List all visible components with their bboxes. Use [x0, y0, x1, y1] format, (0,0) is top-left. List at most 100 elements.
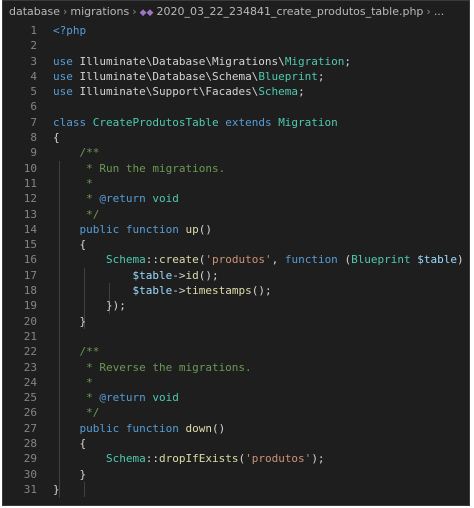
- line-number: 29: [23, 452, 37, 466]
- code-line[interactable]: 30 }: [3, 467, 469, 482]
- code-line[interactable]: 10 * Run the migrations.: [3, 161, 469, 176]
- code-text: class CreateProdutosTable extends Migrat…: [53, 115, 338, 130]
- code-text: });: [53, 298, 126, 313]
- code-token: (): [198, 222, 212, 236]
- code-line[interactable]: 18 $table->timestamps();: [3, 283, 469, 298]
- code-token: use: [53, 85, 80, 99]
- line-number: 23: [23, 360, 37, 374]
- code-token: * Run the migrations.: [53, 161, 226, 175]
- code-token: {: [53, 238, 87, 252]
- code-line[interactable]: 13 */: [3, 207, 469, 222]
- code-token: {: [53, 437, 87, 451]
- breadcrumb-item-migrations[interactable]: migrations: [70, 5, 129, 18]
- code-text: *: [53, 176, 93, 191]
- code-line[interactable]: 9 /**: [3, 145, 469, 160]
- code-token: $table: [53, 268, 173, 282]
- code-token: ,: [271, 253, 285, 267]
- line-number: 6: [30, 100, 37, 114]
- code-line[interactable]: 25 * @return void: [3, 390, 469, 405]
- code-line[interactable]: 24 *: [3, 375, 469, 390]
- code-token: Schema: [258, 85, 299, 99]
- code-line[interactable]: 27 public function down(): [3, 421, 469, 436]
- line-number: 14: [23, 222, 37, 236]
- code-line[interactable]: 4 use Illuminate\Database\Schema\Blueprin…: [3, 69, 469, 84]
- code-token: Blueprint: [351, 253, 418, 267]
- chevron-right-icon: ›: [132, 5, 137, 18]
- code-token: );: [311, 452, 325, 466]
- code-token: ::: [145, 452, 159, 466]
- code-line[interactable]: 14 public function up(): [3, 222, 469, 237]
- code-token: ->: [172, 284, 186, 298]
- code-line[interactable]: 5 use Illuminate\Support\Facades\Schema;: [3, 84, 469, 99]
- line-number: 20: [23, 314, 37, 328]
- code-token: dropIfExists: [158, 452, 239, 466]
- code-text: /**: [53, 145, 99, 160]
- code-line[interactable]: 28 {: [3, 436, 469, 451]
- code-token: extends: [225, 115, 279, 129]
- line-number: 7: [30, 115, 37, 129]
- line-number: 24: [23, 375, 37, 389]
- code-line[interactable]: 31}: [3, 482, 469, 497]
- code-line[interactable]: 17 $table->id();: [3, 268, 469, 283]
- line-number: 8: [30, 131, 37, 145]
- breadcrumb-item-database[interactable]: database: [9, 5, 60, 18]
- code-token: *: [53, 192, 100, 206]
- code-token: void: [152, 192, 179, 206]
- code-token: *: [53, 391, 100, 405]
- code-token: id: [185, 268, 199, 282]
- code-line[interactable]: 23 * Reverse the migrations.: [3, 360, 469, 375]
- code-line[interactable]: 6: [3, 99, 469, 114]
- line-number: 26: [23, 406, 37, 420]
- code-token: {: [53, 131, 60, 145]
- line-number: 9: [30, 146, 37, 160]
- code-line[interactable]: 1 <?php: [3, 23, 469, 38]
- code-line[interactable]: 22 /**: [3, 344, 469, 359]
- code-text: }: [53, 482, 60, 497]
- code-token: *: [53, 176, 93, 190]
- code-editor[interactable]: 1 <?php 2 3 use Illuminate\Database\Migratio…: [3, 23, 469, 498]
- code-line[interactable]: 26 */: [3, 405, 469, 420]
- code-text: use Illuminate\Database\Schema\Blueprint…: [53, 69, 325, 84]
- code-token: ();: [198, 268, 219, 282]
- code-text: {: [53, 130, 60, 145]
- line-number: 1: [30, 24, 37, 37]
- line-number: 12: [23, 192, 37, 206]
- code-token: ;: [298, 85, 305, 99]
- code-line[interactable]: 2: [3, 38, 469, 53]
- line-number: 18: [23, 284, 37, 298]
- code-token: Illuminate\Database\Schema\: [79, 69, 259, 83]
- code-line[interactable]: 29 Schema::dropIfExists('produtos');: [3, 451, 469, 466]
- code-token: public function: [53, 421, 186, 435]
- code-line[interactable]: 7 class CreateProdutosTable extends Migra…: [3, 115, 469, 130]
- code-token: Illuminate\Database\Migrations\: [79, 54, 285, 68]
- code-text: <?php: [53, 23, 86, 38]
- line-number: 28: [23, 437, 37, 451]
- code-text: $table->id();: [53, 268, 219, 283]
- line-number: 25: [23, 391, 37, 405]
- code-line[interactable]: 21: [3, 329, 469, 344]
- code-token: /**: [53, 146, 100, 160]
- line-number: 5: [30, 85, 37, 99]
- code-text: }: [53, 314, 86, 329]
- code-text: {: [53, 237, 86, 252]
- code-text: }: [53, 467, 86, 482]
- code-text: public function up(): [53, 222, 212, 237]
- code-token: * Reverse the migrations.: [53, 360, 252, 374]
- code-line[interactable]: 20 }: [3, 314, 469, 329]
- breadcrumb-item-file[interactable]: 2020_03_22_234841_create_produtos_table.…: [156, 5, 423, 18]
- breadcrumb-ellipsis[interactable]: ...: [434, 5, 445, 18]
- code-line[interactable]: 11 *: [3, 176, 469, 191]
- chevron-right-icon: ›: [63, 5, 68, 18]
- code-line[interactable]: 8{: [3, 130, 469, 145]
- code-line[interactable]: 3 use Illuminate\Database\Migrations\Migr…: [3, 54, 469, 69]
- code-text: use Illuminate\Support\Facades\Schema;: [53, 84, 305, 99]
- code-line[interactable]: 16 Schema::create('produtos', function (…: [3, 252, 469, 267]
- code-token: @return: [99, 391, 153, 405]
- code-line[interactable]: 15 {: [3, 237, 469, 252]
- code-token: ->: [172, 268, 186, 282]
- code-text: *: [53, 375, 93, 390]
- code-token: Migration: [278, 115, 338, 129]
- code-line[interactable]: 19 });: [3, 298, 469, 313]
- code-token: <?php: [53, 24, 87, 37]
- code-line[interactable]: 12 * @return void: [3, 191, 469, 206]
